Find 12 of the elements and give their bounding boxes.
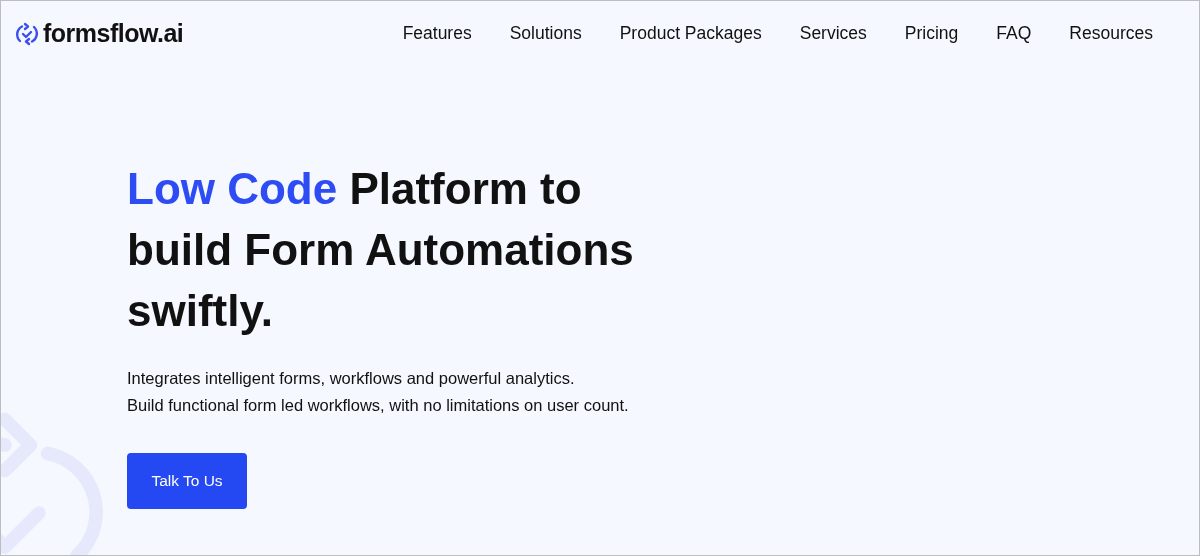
nav-link[interactable]: Resources bbox=[1069, 23, 1153, 44]
nav-link[interactable]: Features bbox=[402, 23, 472, 44]
nav-link[interactable]: Solutions bbox=[509, 23, 582, 44]
logo-text[interactable]: formsflow.ai bbox=[43, 19, 184, 48]
nav-link[interactable]: Services bbox=[799, 23, 867, 44]
description: Integrates intelligent forms, workflows and powerful analytics. Build functional form led workflows, with no limitations on user count. bbox=[127, 368, 630, 416]
nav-link[interactable]: Product Packages bbox=[619, 23, 762, 44]
talk-button[interactable]: Talk To Us bbox=[127, 453, 247, 509]
nav-link[interactable]: FAQ bbox=[996, 23, 1032, 44]
nav-link[interactable]: Pricing bbox=[904, 23, 959, 44]
headline: Low Code Platform to build Form Automations swiftly. bbox=[127, 163, 635, 337]
logo-icon bbox=[15, 20, 39, 47]
